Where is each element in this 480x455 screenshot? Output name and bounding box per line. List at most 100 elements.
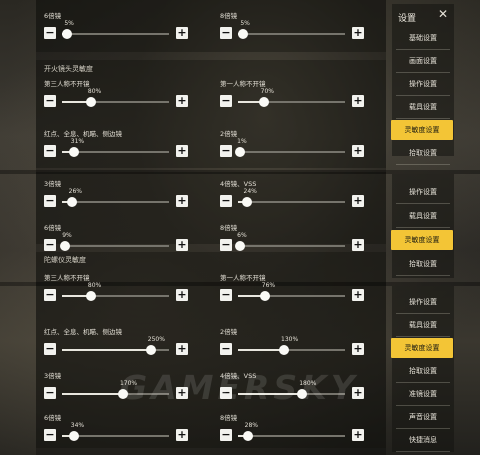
decrease-button[interactable]: − [220, 239, 232, 251]
increase-button[interactable]: + [352, 95, 364, 107]
slider-track[interactable] [238, 29, 345, 39]
slider-fill [238, 349, 284, 351]
decrease-button[interactable]: − [44, 387, 56, 399]
fire-scope-group [36, 172, 386, 244]
section-title-gyro: 陀螺仪灵敏度 [44, 256, 86, 264]
slider-label: 第三人称不开镜 [44, 274, 90, 282]
slider-handle[interactable] [242, 431, 253, 441]
slider-track[interactable] [238, 431, 345, 441]
slider-track[interactable] [62, 345, 169, 355]
slider-label: 6倍镜 [44, 224, 62, 232]
close-icon[interactable]: ✕ [434, 7, 452, 21]
decrease-button[interactable]: − [44, 27, 56, 39]
increase-button[interactable]: + [352, 195, 364, 207]
slider-handle[interactable] [279, 345, 289, 355]
increase-button[interactable]: + [176, 27, 188, 39]
slider-track[interactable] [62, 291, 169, 301]
decrease-button[interactable]: − [44, 95, 56, 107]
watermark: GAMERSKY [120, 368, 359, 407]
decrease-button[interactable]: − [44, 239, 56, 251]
slider-track[interactable] [238, 291, 345, 301]
menu-item-7[interactable]: 快捷消息 [392, 430, 454, 450]
increase-button[interactable]: + [352, 27, 364, 39]
increase-button[interactable]: + [176, 195, 188, 207]
menu-divider [396, 164, 450, 165]
slider-track[interactable] [235, 241, 345, 251]
menu-item-4[interactable]: 拾取设置 [392, 254, 454, 274]
menu-item-4[interactable]: 拾取设置 [392, 361, 454, 381]
slider-track[interactable] [62, 197, 169, 207]
increase-button[interactable]: + [352, 289, 364, 301]
menu-item-4[interactable]: 载具设置 [392, 97, 454, 117]
slider-value: 130% [281, 336, 299, 343]
menu-item-1[interactable]: 操作设置 [392, 292, 454, 312]
menu-item-2[interactable]: 载具设置 [392, 315, 454, 335]
decrease-button[interactable]: − [44, 429, 56, 441]
slider-track[interactable] [238, 345, 345, 355]
menu-item-6[interactable]: 拾取设置 [392, 143, 454, 163]
decrease-button[interactable]: − [44, 289, 56, 301]
slider-track[interactable] [238, 97, 345, 107]
menu-item-5[interactable]: 准镜设置 [392, 384, 454, 404]
slider-value: 70% [260, 88, 275, 95]
slider-label: 3倍镜 [44, 180, 62, 188]
slider-handle[interactable] [145, 345, 156, 355]
decrease-button[interactable]: − [44, 343, 56, 355]
scope-sensitivity-group [36, 0, 386, 52]
slider-label: 红点、全息、机瞄、侧边镜 [44, 130, 122, 138]
slider-handle[interactable] [68, 431, 79, 441]
increase-button[interactable]: + [176, 239, 188, 251]
decrease-button[interactable]: − [220, 95, 232, 107]
section-title-fire: 开火镜头灵敏度 [44, 65, 93, 73]
slider-track[interactable] [62, 431, 169, 441]
increase-button[interactable]: + [352, 145, 364, 157]
slider-handle[interactable] [241, 197, 252, 207]
menu-item-3[interactable]: 操作设置 [392, 74, 454, 94]
slider-value: 9% [62, 232, 72, 239]
slider-value: 250% [147, 336, 165, 343]
increase-button[interactable]: + [352, 343, 364, 355]
slider-value: 34% [70, 422, 85, 429]
slider-track[interactable] [62, 29, 169, 39]
increase-button[interactable]: + [352, 239, 364, 251]
increase-button[interactable]: + [176, 343, 188, 355]
slider-handle[interactable] [68, 147, 79, 157]
decrease-button[interactable]: − [220, 429, 232, 441]
menu-item-1[interactable]: 操作设置 [392, 182, 454, 202]
slider-track[interactable] [62, 147, 169, 157]
slider-value: 31% [70, 138, 85, 145]
slider-handle[interactable] [85, 97, 96, 107]
slider-track[interactable] [238, 197, 345, 207]
menu-divider [396, 313, 450, 314]
decrease-button[interactable]: − [220, 145, 232, 157]
decrease-button[interactable]: − [220, 289, 232, 301]
decrease-button[interactable]: − [220, 343, 232, 355]
increase-button[interactable]: + [176, 95, 188, 107]
menu-item-3[interactable]: 灵敏度设置 [391, 338, 453, 358]
decrease-button[interactable]: − [220, 195, 232, 207]
menu-item-6[interactable]: 声音设置 [392, 407, 454, 427]
increase-button[interactable]: + [352, 429, 364, 441]
slider-track[interactable] [235, 147, 345, 157]
slider-label: 2倍镜 [220, 328, 238, 336]
increase-button[interactable]: + [176, 145, 188, 157]
increase-button[interactable]: + [176, 429, 188, 441]
menu-item-2[interactable]: 载具设置 [392, 206, 454, 226]
slider-handle[interactable] [258, 97, 269, 107]
slider-handle[interactable] [85, 291, 96, 301]
menu-item-5[interactable]: 灵敏度设置 [391, 120, 453, 140]
slider-handle[interactable] [66, 197, 77, 207]
menu-item-2[interactable]: 画面设置 [392, 51, 454, 71]
slider-label: 6倍镜 [44, 12, 62, 20]
decrease-button[interactable]: − [220, 27, 232, 39]
slider-track[interactable] [62, 97, 169, 107]
slider-label: 8倍镜 [220, 12, 238, 20]
increase-button[interactable]: + [176, 289, 188, 301]
slider-label: 第三人称不开镜 [44, 80, 90, 88]
slider-handle[interactable] [259, 291, 270, 301]
decrease-button[interactable]: − [44, 145, 56, 157]
menu-item-3[interactable]: 灵敏度设置 [391, 230, 453, 250]
slider-track[interactable] [60, 241, 169, 251]
decrease-button[interactable]: − [44, 195, 56, 207]
menu-item-1[interactable]: 基础设置 [392, 28, 454, 48]
